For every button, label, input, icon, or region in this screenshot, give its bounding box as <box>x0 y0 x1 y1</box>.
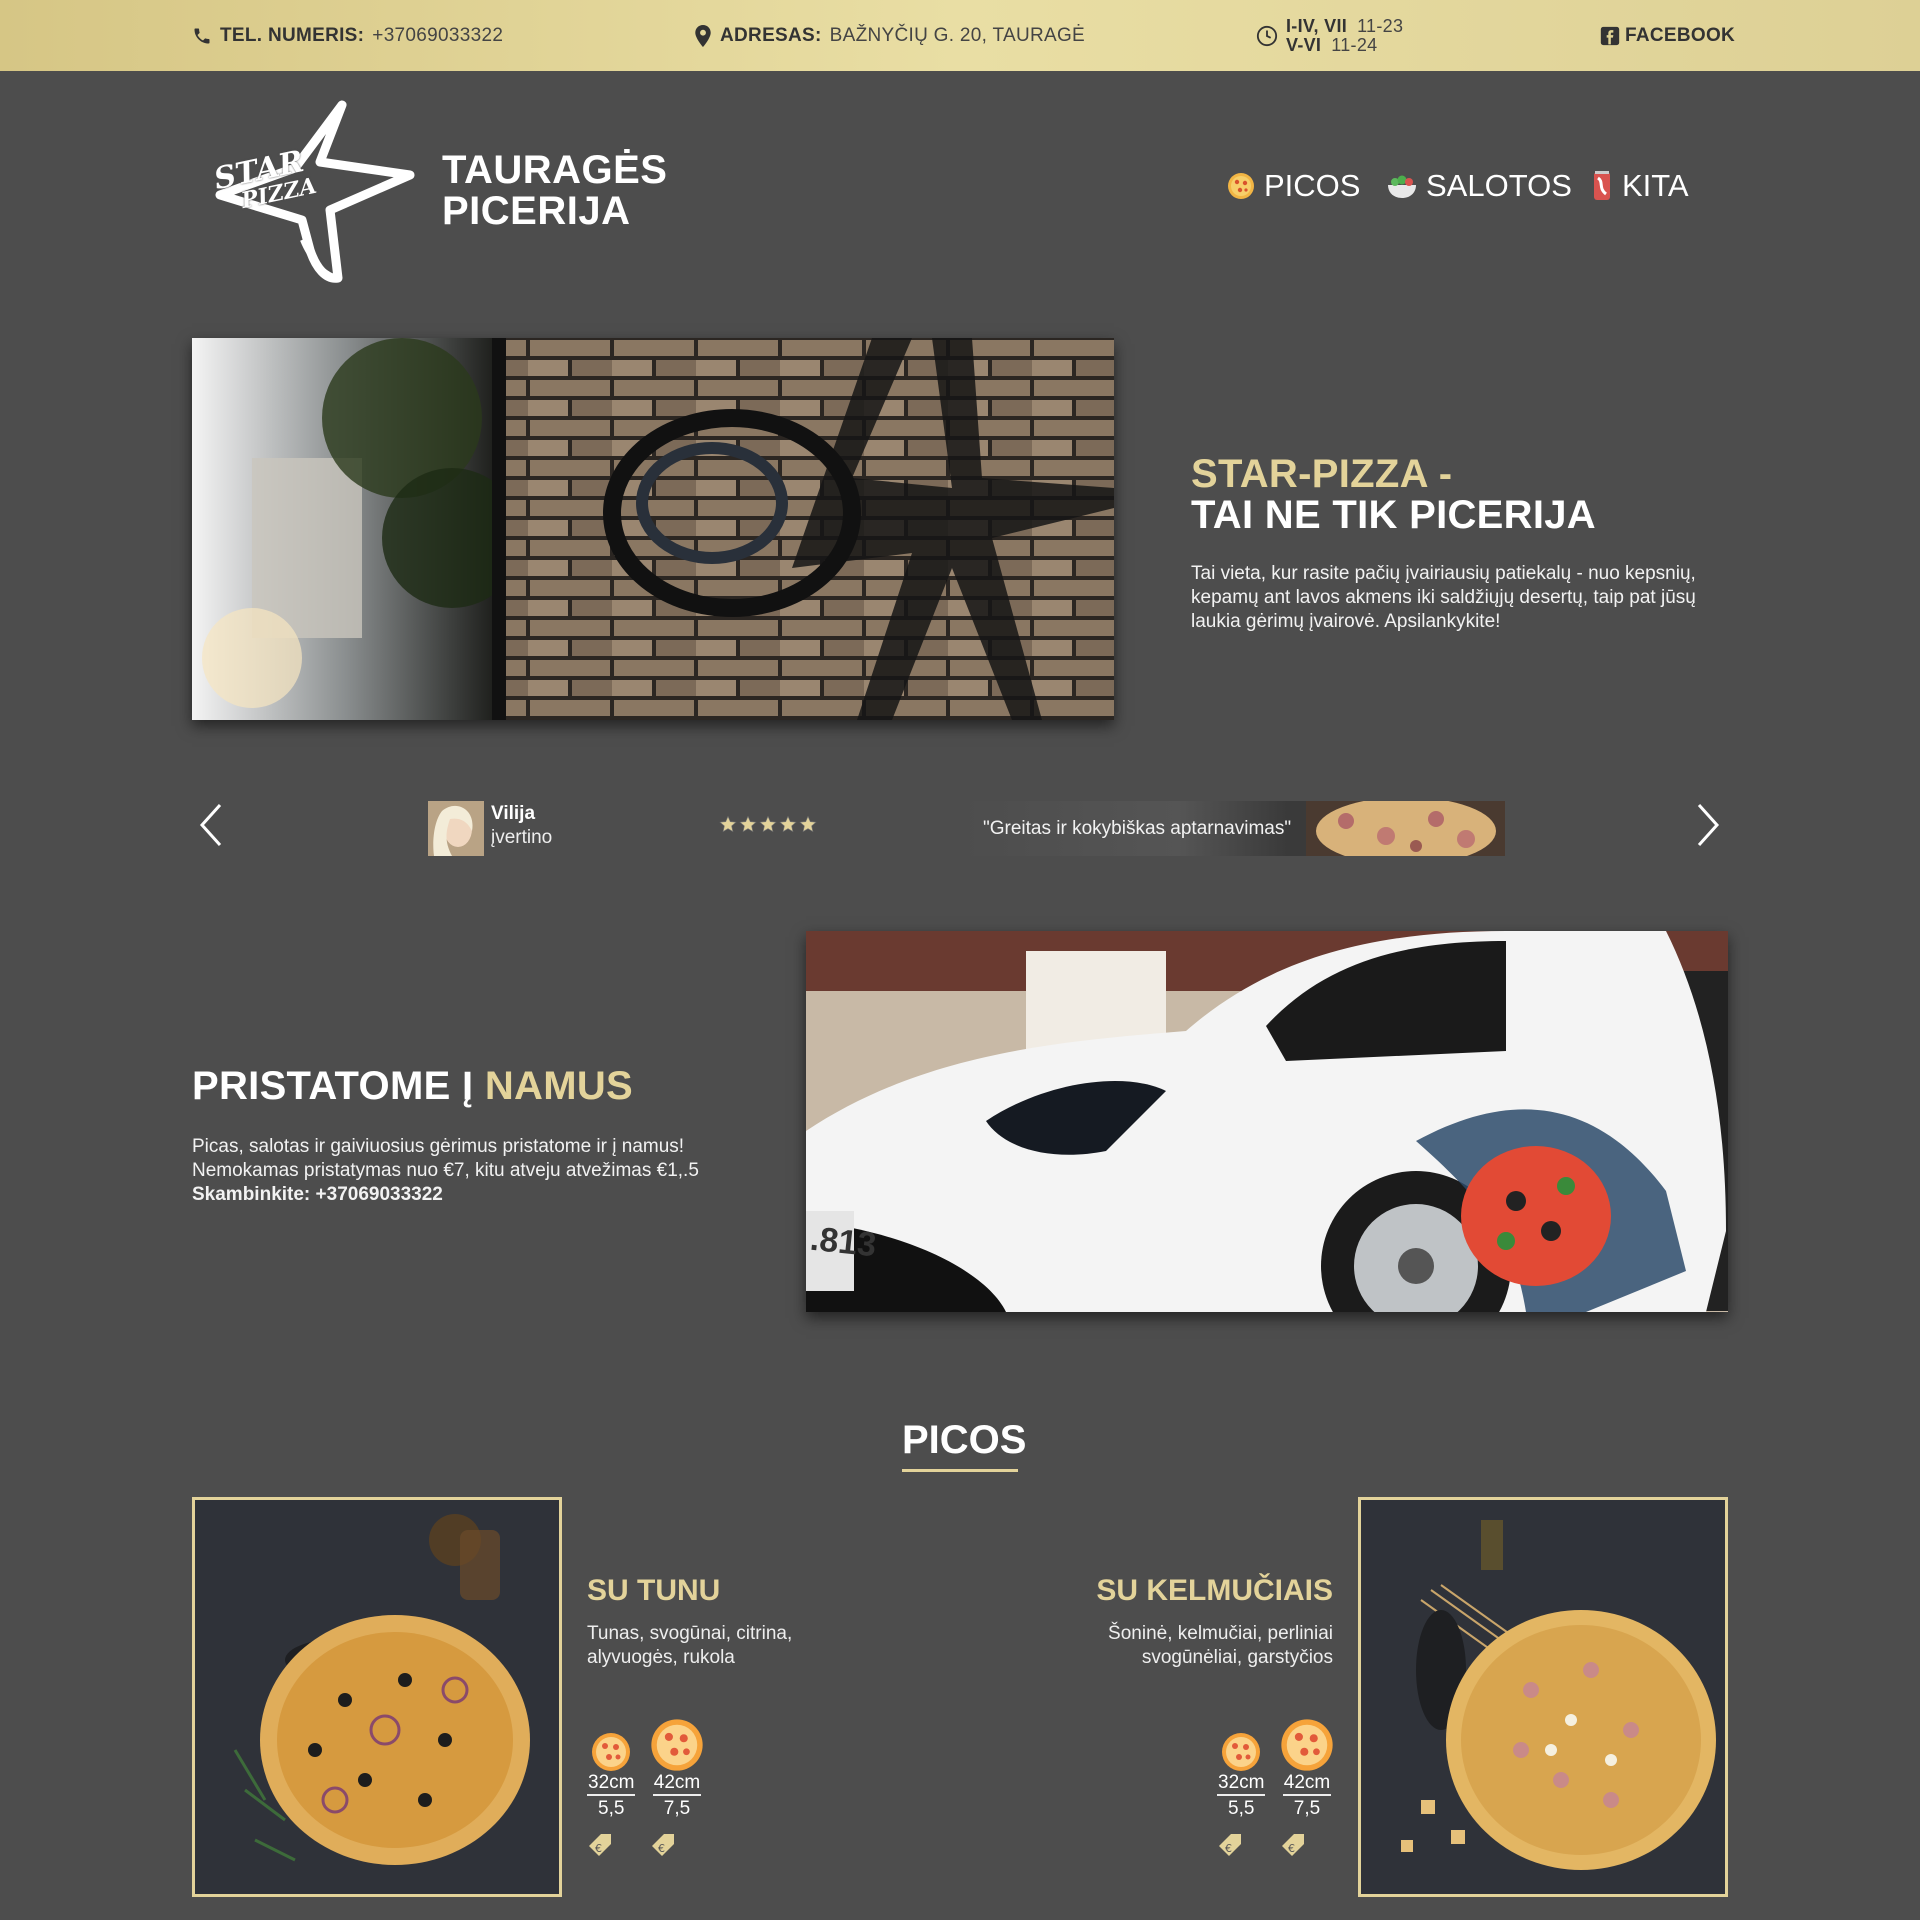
hours-time-2: 11-24 <box>1331 34 1378 55</box>
svg-text:€: € <box>1225 1842 1232 1855</box>
euro-tag-icon: € <box>1219 1834 1241 1856</box>
delivery-phone[interactable]: Skambinkite: +37069033322 <box>192 1183 699 1207</box>
address-value: BAŽNYČIŲ G. 20, TAURAGĖ <box>829 24 1086 46</box>
nav-item-picos[interactable]: PICOS <box>1226 168 1360 204</box>
size-label: 32cm <box>587 1772 636 1796</box>
pizza-desc-line2: svogūnėliai, garstyčios <box>1141 1647 1333 1668</box>
logo[interactable]: STAR PIZZA <box>210 100 420 291</box>
carousel-prev-icon[interactable] <box>198 803 224 847</box>
pizza-size-icon <box>1222 1733 1261 1771</box>
delivery-heading-white: PRISTATOME Į <box>192 1064 474 1108</box>
star-icon <box>719 815 737 833</box>
svg-text:€: € <box>595 1842 602 1855</box>
pizza-desc-line2: alyvuogės, rukola <box>587 1647 735 1668</box>
brand-title-line2: PICERIJA <box>442 189 631 233</box>
address-label: ADRESAS: <box>720 24 822 46</box>
map-pin-icon <box>695 24 711 47</box>
drink-can-icon <box>1594 171 1610 200</box>
intro-heading-line2: TAI NE TIK PICERIJA <box>1191 493 1596 537</box>
review-action: įvertino <box>491 827 553 848</box>
pizza-desc-su-tunu: Tunas, svogūnai, citrina, alyvuogės, ruk… <box>587 1622 792 1670</box>
size-option-large[interactable]: 42cm 7,5 <box>650 1718 704 1820</box>
euro-tag-icon: € <box>1282 1834 1304 1856</box>
facebook-label: FACEBOOK <box>1625 24 1736 46</box>
svg-text:€: € <box>1288 1842 1295 1855</box>
intro-heading: STAR-PIZZA - TAI NE TIK PICERIJA <box>1191 454 1596 536</box>
review-quote: "Greitas ir kokybiškas aptarnavimas" <box>983 817 1292 839</box>
reviewer-name: Vilija <box>491 803 536 824</box>
delivery-heading: PRISTATOME Į NAMUS <box>192 1066 633 1107</box>
brand-title: TAURAGĖS PICERIJA <box>442 150 667 232</box>
size-price: 7,5 <box>1293 1798 1321 1819</box>
carousel-next-icon[interactable] <box>1695 803 1721 847</box>
intro-heading-line1: STAR-PIZZA - <box>1191 452 1453 496</box>
euro-tag-icon: € <box>589 1834 611 1856</box>
euro-tag-icon: € <box>652 1834 674 1856</box>
pizza-icon <box>1228 173 1254 199</box>
phone-icon <box>194 28 210 43</box>
address-info: ADRESAS: BAŽNYČIŲ G. 20, TAURAGĖ <box>694 0 1085 71</box>
review-quote-box: "Greitas ir kokybiškas aptarnavimas" <box>962 801 1505 856</box>
nav-label-salotos: SALOTOS <box>1426 168 1572 203</box>
delivery-text: Picas, salotas ir gaiviuosius gėrimus pr… <box>192 1135 699 1207</box>
size-price: 5,5 <box>1228 1798 1255 1819</box>
delivery-car-photo: .813 <box>806 931 1728 1312</box>
pizza-size-icon <box>1281 1719 1333 1771</box>
opening-hours: I-IV, VII 11-23 V-VI 11-24 <box>1256 0 1403 71</box>
phone-label: TEL. NUMERIS: <box>220 24 365 46</box>
clock-icon <box>1256 25 1278 46</box>
pizza-name-su-tunu: SU TUNU <box>587 1574 721 1607</box>
size-label: 32cm <box>1217 1772 1266 1796</box>
pizza-size-icon <box>651 1719 703 1771</box>
delivery-line1: Picas, salotas ir gaiviuosius gėrimus pr… <box>192 1136 685 1157</box>
top-info-bar: TEL. NUMERIS: +37069033322 ADRESAS: BAŽN… <box>0 0 1920 71</box>
pizza-image-su-kelmuciais[interactable] <box>1358 1497 1728 1897</box>
hours-days-1: I-IV, VII <box>1286 15 1348 36</box>
facebook-link[interactable]: FACEBOOK <box>1600 0 1735 71</box>
size-label: 42cm <box>1282 1772 1332 1796</box>
phone-value[interactable]: +37069033322 <box>372 25 503 47</box>
size-option-large[interactable]: 42cm 7,5 <box>1280 1718 1334 1820</box>
section-title-picos: PICOS <box>902 1418 1026 1472</box>
delivery-heading-gold: NAMUS <box>484 1064 633 1108</box>
svg-text:€: € <box>658 1842 665 1855</box>
pizza-name-su-kelmuciais: SU KELMUČIAIS <box>1096 1574 1333 1607</box>
salad-icon <box>1388 175 1416 198</box>
nav-label-picos: PICOS <box>1264 168 1361 203</box>
delivery-line2: Nemokamas pristatymas nuo €7, kitu atvej… <box>192 1160 699 1181</box>
star-icon <box>739 815 757 833</box>
size-option-small[interactable]: 32cm 5,5 <box>1217 1732 1266 1820</box>
rating-stars <box>719 815 817 833</box>
pizza-desc-su-kelmuciais: Šoninė, kelmučiai, perliniai svogūnėliai… <box>1108 1622 1333 1670</box>
review-pizza-thumb <box>1306 801 1505 856</box>
pizza-size-icon <box>592 1733 631 1771</box>
hours-days-2: V-VI <box>1286 34 1322 55</box>
pizza-desc-line1: Šoninė, kelmučiai, perliniai <box>1108 1623 1333 1644</box>
phone-info[interactable]: TEL. NUMERIS: +37069033322 <box>192 0 503 71</box>
star-icon <box>799 815 817 833</box>
nav-label-kita: KITA <box>1622 168 1689 203</box>
hours-time-1: 11-23 <box>1357 15 1404 36</box>
star-icon <box>759 815 777 833</box>
size-label: 42cm <box>652 1772 702 1796</box>
intro-text: Tai vieta, kur rasite pačių įvairiausių … <box>1191 563 1696 632</box>
restaurant-wall-photo <box>192 338 1114 720</box>
brand-title-line1: TAURAGĖS <box>442 148 668 192</box>
size-price: 7,5 <box>663 1798 691 1819</box>
reviewer-avatar <box>428 801 484 856</box>
reviewer-info: Vilija įvertino <box>491 803 552 849</box>
nav-item-kita[interactable]: KITA <box>1590 168 1689 204</box>
facebook-icon <box>1600 26 1620 45</box>
nav-item-salotos[interactable]: SALOTOS <box>1386 168 1572 204</box>
size-option-small[interactable]: 32cm 5,5 <box>587 1732 636 1820</box>
star-icon <box>779 815 797 833</box>
pizza-image-su-tunu[interactable] <box>192 1497 562 1897</box>
car-plate: .813 <box>808 1219 879 1265</box>
size-price: 5,5 <box>598 1798 625 1819</box>
pizza-desc-line1: Tunas, svogūnai, citrina, <box>587 1623 793 1644</box>
